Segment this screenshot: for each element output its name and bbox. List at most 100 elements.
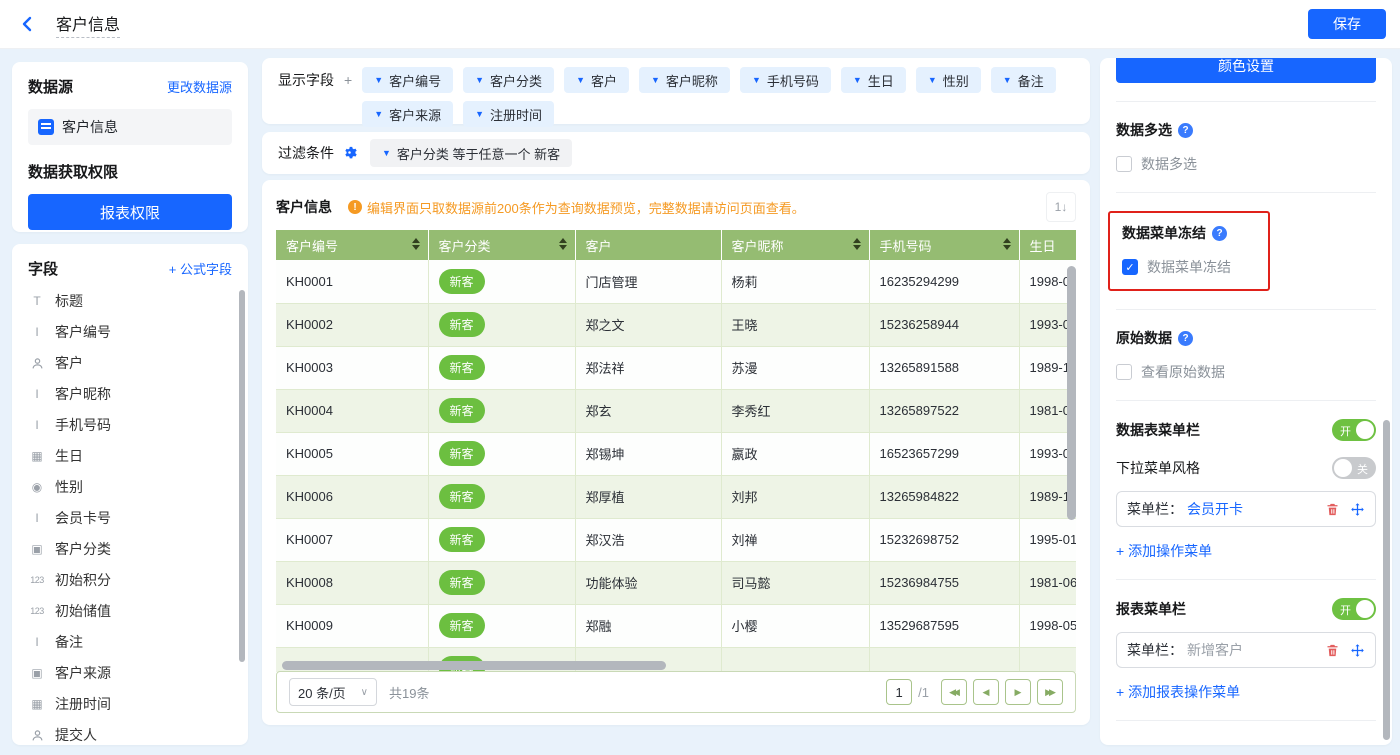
help-icon[interactable]: ? — [1178, 331, 1193, 346]
table-menu-toggle[interactable]: 开 — [1332, 419, 1376, 441]
display-field-tag[interactable]: ▼ 性别 — [916, 67, 981, 93]
table-row[interactable]: KH0009 新客 郑融 小樱 13529687595 1998-05 — [276, 604, 1076, 647]
add-display-field-button[interactable]: + — [344, 67, 352, 115]
display-field-tag[interactable]: ▼ 客户分类 — [463, 67, 554, 93]
cell-category: 新客 — [428, 561, 575, 604]
save-button[interactable]: 保存 — [1308, 9, 1386, 39]
move-icon[interactable] — [1350, 643, 1365, 658]
display-field-tag[interactable]: ▼ 客户昵称 — [639, 67, 730, 93]
display-field-tag[interactable]: ▼ 客户 — [564, 67, 629, 93]
current-page-input[interactable]: 1 — [886, 679, 912, 705]
column-header[interactable]: 手机号码 — [869, 230, 1019, 260]
table-row[interactable]: KH0008 新客 功能体验 司马懿 15236984755 1981-06 — [276, 561, 1076, 604]
back-button[interactable] — [14, 10, 42, 38]
raw-data-checkbox-row[interactable]: 查看原始数据 — [1116, 362, 1376, 382]
cell-customer-id: KH0001 — [276, 260, 428, 303]
column-header[interactable]: 生日 — [1019, 230, 1076, 260]
fields-scrollbar[interactable] — [239, 290, 245, 662]
cell-category: 新客 — [428, 346, 575, 389]
gear-icon[interactable] — [342, 145, 358, 161]
calendar-icon: ▦ — [28, 449, 46, 463]
report-permission-button[interactable]: 报表权限 — [28, 194, 232, 230]
dropdown-triangle-icon: ▼ — [576, 75, 585, 85]
display-field-tag[interactable]: ▼ 生日 — [841, 67, 906, 93]
report-menu-toggle[interactable]: 开 — [1332, 598, 1376, 620]
help-icon[interactable]: ? — [1178, 123, 1193, 138]
field-item[interactable]: 提交人 — [28, 719, 232, 745]
dropdown-style-toggle[interactable]: 关 — [1332, 457, 1376, 479]
column-header[interactable]: 客户编号 — [276, 230, 428, 260]
panel-scrollbar[interactable] — [1383, 420, 1390, 740]
topbar: 客户信息 保存 — [0, 0, 1400, 48]
dropdown-triangle-icon: ▼ — [752, 75, 761, 85]
table-row[interactable]: KH0001 新客 门店管理 杨莉 16235294299 1998-05 — [276, 260, 1076, 303]
raw-data-checkbox[interactable] — [1116, 364, 1132, 380]
multi-select-checkbox-row[interactable]: 数据多选 — [1116, 154, 1376, 174]
display-field-tag[interactable]: ▼ 注册时间 — [463, 101, 554, 127]
field-item[interactable]: I 会员卡号 — [28, 502, 232, 533]
table-row[interactable]: KH0007 新客 郑汉浩 刘禅 15232698752 1995-01 — [276, 518, 1076, 561]
field-item[interactable]: ▣ 客户分类 — [28, 533, 232, 564]
table-horizontal-scrollbar[interactable] — [282, 661, 666, 670]
field-item[interactable]: ▦ 注册时间 — [28, 688, 232, 719]
help-icon[interactable]: ? — [1212, 226, 1227, 241]
field-item[interactable]: T 标题 — [28, 285, 232, 316]
field-item[interactable]: I 客户昵称 — [28, 378, 232, 409]
display-field-tag[interactable]: ▼ 手机号码 — [740, 67, 831, 93]
field-item[interactable]: 123 初始积分 — [28, 564, 232, 595]
column-header[interactable]: 客户 — [575, 230, 721, 260]
table-row[interactable]: KH0006 新客 郑厚植 刘邦 13265984822 1989-11 — [276, 475, 1076, 518]
table-row[interactable]: KH0002 新客 郑之文 王晓 15236258944 1993-08 — [276, 303, 1076, 346]
report-menu-item[interactable]: 菜单栏： 新增客户 — [1116, 632, 1376, 668]
delete-icon[interactable] — [1325, 502, 1340, 517]
sort-order-button[interactable]: 1↓ — [1046, 192, 1076, 222]
page-size-select[interactable]: 20 条/页 ∨ — [289, 678, 377, 706]
prev-page-button[interactable]: ◀ — [973, 679, 999, 705]
move-icon[interactable] — [1350, 502, 1365, 517]
cell-phone — [869, 647, 1019, 672]
delete-icon[interactable] — [1325, 643, 1340, 658]
display-field-tag[interactable]: ▼ 备注 — [991, 67, 1056, 93]
filter-condition-tag[interactable]: ▼ 客户分类 等于任意一个 新客 — [370, 139, 572, 167]
sort-arrows-icon[interactable] — [853, 238, 861, 250]
first-page-button[interactable]: ◀◀ — [941, 679, 967, 705]
cell-nickname: 李秀红 — [721, 389, 869, 432]
sort-arrows-icon[interactable] — [1003, 238, 1011, 250]
change-datasource-link[interactable]: 更改数据源 — [167, 77, 232, 96]
page-title[interactable]: 客户信息 — [56, 11, 120, 38]
field-item[interactable]: 123 初始储值 — [28, 595, 232, 626]
table-row[interactable]: KH0003 新客 郑法祥 苏漫 13265891588 1989-11 — [276, 346, 1076, 389]
table-row[interactable]: KH0005 新客 郑锡坤 嬴政 16523657299 1993-08 — [276, 432, 1076, 475]
display-field-tag[interactable]: ▼ 客户来源 — [362, 101, 453, 127]
last-page-button[interactable]: ▶▶ — [1037, 679, 1063, 705]
color-settings-button[interactable]: 颜色设置 — [1116, 58, 1376, 83]
field-item[interactable]: 客户 — [28, 347, 232, 378]
cell-customer-id: KH0007 — [276, 518, 428, 561]
table-vertical-scrollbar[interactable] — [1067, 266, 1076, 520]
cell-nickname: 小樱 — [721, 604, 869, 647]
datasource-item[interactable]: 客户信息 — [28, 109, 232, 145]
add-report-action-menu-link[interactable]: + 添加报表操作菜单 — [1116, 682, 1240, 702]
field-item[interactable]: ▣ 客户来源 — [28, 657, 232, 688]
sort-arrows-icon[interactable] — [412, 238, 420, 250]
add-formula-field-link[interactable]: + 公式字段 — [169, 259, 232, 278]
next-page-button[interactable]: ▶ — [1005, 679, 1031, 705]
field-item-label: 客户昵称 — [55, 384, 111, 404]
sort-arrows-icon[interactable] — [559, 238, 567, 250]
field-item[interactable]: I 手机号码 — [28, 409, 232, 440]
field-item[interactable]: I 客户编号 — [28, 316, 232, 347]
table-menu-item[interactable]: 菜单栏： 会员开卡 — [1116, 491, 1376, 527]
column-header[interactable]: 客户昵称 — [721, 230, 869, 260]
multi-select-checkbox[interactable] — [1116, 156, 1132, 172]
cell-phone: 13529687595 — [869, 604, 1019, 647]
menu-freeze-checkbox[interactable]: ✓ — [1122, 259, 1138, 275]
person-icon — [28, 727, 46, 741]
add-action-menu-link[interactable]: + 添加操作菜单 — [1116, 541, 1212, 561]
display-field-tag[interactable]: ▼ 客户编号 — [362, 67, 453, 93]
field-item[interactable]: I 备注 — [28, 626, 232, 657]
table-row[interactable]: KH0004 新客 郑玄 李秀红 13265897522 1981-06 — [276, 389, 1076, 432]
field-item[interactable]: ▦ 生日 — [28, 440, 232, 471]
column-header[interactable]: 客户分类 — [428, 230, 575, 260]
field-item[interactable]: ◉ 性别 — [28, 471, 232, 502]
menu-freeze-checkbox-row[interactable]: ✓ 数据菜单冻结 — [1122, 257, 1256, 277]
